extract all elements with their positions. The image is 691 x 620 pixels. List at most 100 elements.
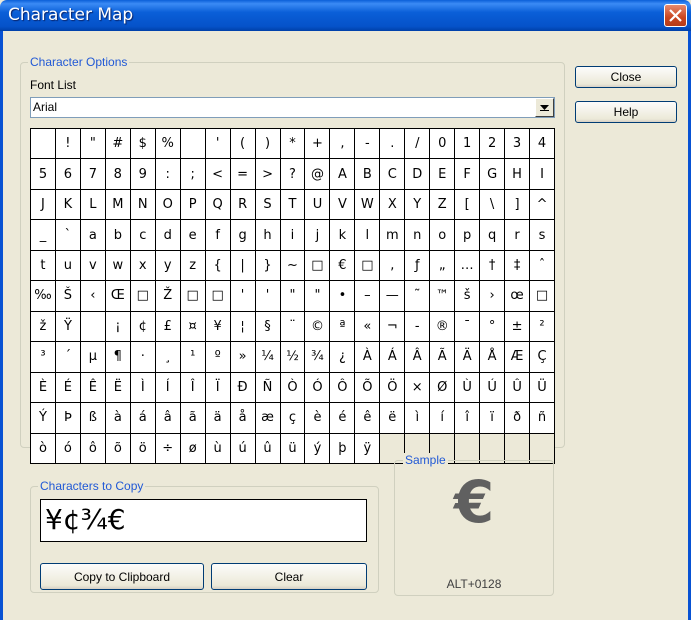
char-cell[interactable]: D [405, 159, 430, 189]
char-cell[interactable]: ž [31, 311, 55, 342]
char-cell[interactable]: g [230, 220, 255, 250]
char-cell[interactable]: ´ [55, 342, 80, 372]
char-cell[interactable]: l [355, 220, 380, 250]
close-button[interactable]: Close [575, 66, 677, 88]
char-cell[interactable]: µ [80, 342, 105, 372]
char-cell[interactable]: ‹ [80, 281, 105, 311]
clear-button[interactable]: Clear [211, 563, 367, 590]
char-cell[interactable]: Î [180, 372, 205, 403]
char-cell[interactable]: õ [105, 433, 130, 463]
char-cell[interactable]: í [430, 403, 455, 433]
char-cell[interactable]: ù [205, 433, 230, 463]
char-cell[interactable]: þ [330, 433, 355, 463]
char-cell[interactable]: Ê [80, 372, 105, 403]
char-cell[interactable]: ~ [280, 250, 305, 281]
char-cell[interactable]: ' [205, 129, 230, 159]
char-cell[interactable]: J [31, 189, 55, 220]
char-cell[interactable]: a [80, 220, 105, 250]
char-cell[interactable]: Á [380, 342, 405, 372]
char-cell[interactable]: _ [31, 220, 55, 250]
char-cell[interactable]: Õ [355, 372, 380, 403]
char-cell[interactable]: = [230, 159, 255, 189]
char-cell[interactable]: , [330, 129, 355, 159]
char-cell[interactable]: ¥ [205, 311, 230, 342]
char-cell[interactable]: ] [505, 189, 530, 220]
character-grid[interactable]: ! " # $% '() * +, -./0 1 2 3 4 5 6 7 8 9:; < = >? @ A B C D E F G H… [30, 128, 555, 464]
char-cell[interactable]: ë [380, 403, 405, 433]
char-cell[interactable]: ø [180, 433, 205, 463]
char-cell[interactable]: Ü [530, 372, 554, 403]
char-cell[interactable]: ¢ [130, 311, 155, 342]
char-cell[interactable]: Ú [480, 372, 505, 403]
char-cell[interactable]: { [205, 250, 230, 281]
char-cell[interactable]: œ [505, 281, 530, 311]
char-cell[interactable]: Ï [205, 372, 230, 403]
char-cell[interactable]: / [405, 129, 430, 159]
char-cell[interactable]: Ä [455, 342, 480, 372]
char-cell[interactable]: M [105, 189, 130, 220]
char-cell[interactable]: „ [430, 250, 455, 281]
characters-to-copy-input[interactable]: ¥¢¾€ [40, 499, 367, 542]
char-cell[interactable]: É [55, 372, 80, 403]
char-cell[interactable]: ( [230, 129, 255, 159]
char-cell[interactable]: 0 [430, 129, 455, 159]
char-cell[interactable]: u [55, 250, 80, 281]
char-cell[interactable]: j [305, 220, 330, 250]
char-cell[interactable]: □ [205, 281, 230, 311]
char-cell[interactable]: « [355, 311, 380, 342]
char-cell[interactable]: ª [330, 311, 355, 342]
char-cell[interactable]: - [355, 129, 380, 159]
char-cell[interactable]: □ [180, 281, 205, 311]
char-cell[interactable]: Ó [305, 372, 330, 403]
char-cell[interactable]: b [105, 220, 130, 250]
char-cell[interactable]: c [130, 220, 155, 250]
char-cell[interactable]: 5 [31, 159, 55, 189]
char-cell[interactable]: ¹ [180, 342, 205, 372]
char-cell[interactable]: S [255, 189, 280, 220]
char-cell[interactable]: □ [130, 281, 155, 311]
char-cell[interactable]: ° [480, 311, 505, 342]
char-cell[interactable]: Ç [530, 342, 554, 372]
char-cell[interactable]: - [405, 311, 430, 342]
char-cell[interactable]: ¬ [380, 311, 405, 342]
char-cell[interactable]: À [355, 342, 380, 372]
char-cell[interactable]: + [305, 129, 330, 159]
char-cell[interactable]: € [330, 250, 355, 281]
char-cell[interactable]: Œ [105, 281, 130, 311]
char-cell[interactable]: Ý [31, 403, 55, 433]
char-cell[interactable]: ¶ [105, 342, 130, 372]
char-cell[interactable]: ä [205, 403, 230, 433]
char-cell[interactable]: – [355, 281, 380, 311]
char-cell[interactable]: w [105, 250, 130, 281]
char-cell[interactable]: á [130, 403, 155, 433]
char-cell[interactable]: Ô [330, 372, 355, 403]
char-cell[interactable] [31, 129, 55, 159]
char-cell[interactable]: Z [430, 189, 455, 220]
char-cell[interactable]: Å [480, 342, 505, 372]
char-cell[interactable]: æ [255, 403, 280, 433]
char-cell[interactable]: 8 [105, 159, 130, 189]
char-cell[interactable]: H [505, 159, 530, 189]
char-cell[interactable]: □ [305, 250, 330, 281]
char-cell[interactable]: ¾ [305, 342, 330, 372]
char-cell[interactable]: F [455, 159, 480, 189]
char-cell[interactable]: 6 [55, 159, 80, 189]
char-cell[interactable]: ? [280, 159, 305, 189]
char-cell[interactable]: n [405, 220, 430, 250]
char-cell[interactable]: ™ [430, 281, 455, 311]
char-cell[interactable]: ý [305, 433, 330, 463]
char-cell[interactable]: □ [530, 281, 554, 311]
char-cell[interactable]: Â [405, 342, 430, 372]
char-cell[interactable]: ¸ [155, 342, 180, 372]
char-cell[interactable]: à [105, 403, 130, 433]
char-cell[interactable]: P [180, 189, 205, 220]
char-cell[interactable]: A [330, 159, 355, 189]
char-cell[interactable]: ú [230, 433, 255, 463]
copy-to-clipboard-button[interactable]: Copy to Clipboard [40, 563, 204, 590]
char-cell[interactable]: ½ [280, 342, 305, 372]
char-cell[interactable]: m [380, 220, 405, 250]
char-cell[interactable]: " [280, 281, 305, 311]
char-cell[interactable]: U [305, 189, 330, 220]
char-cell[interactable]: é [330, 403, 355, 433]
char-cell[interactable]: û [255, 433, 280, 463]
